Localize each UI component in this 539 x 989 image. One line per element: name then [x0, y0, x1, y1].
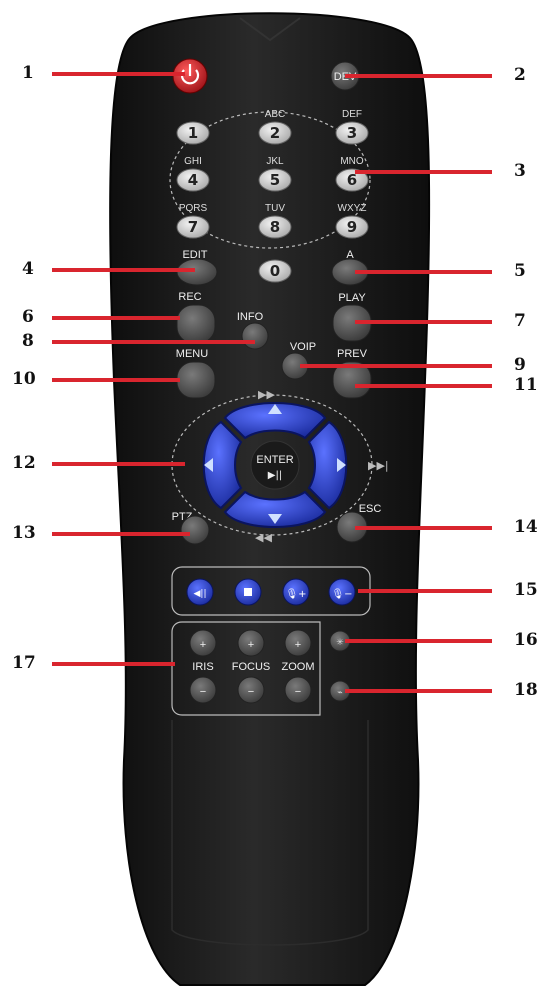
key-letters: PQRS — [179, 203, 208, 214]
key-digit: 3 — [347, 124, 357, 142]
callout-line-4 — [52, 268, 195, 272]
svg-text:PLAY: PLAY — [338, 292, 366, 304]
volume-down-button[interactable]: 🎙− — [328, 578, 356, 606]
callout-line-16 — [345, 639, 492, 643]
callout-number-11: 11 — [514, 375, 538, 395]
iris-plus-button[interactable]: + — [189, 629, 217, 657]
number-key-0[interactable]: 0 — [258, 259, 292, 283]
key-letters: GHI — [184, 156, 202, 167]
callout-line-3 — [355, 170, 492, 174]
fast-forward-icon: ▶▶ — [258, 388, 275, 401]
minus-sign: − — [295, 686, 301, 698]
key-digit: 0 — [270, 262, 280, 280]
callout-number-2: 2 — [514, 65, 526, 85]
slow-play-button[interactable]: ◀|| — [186, 578, 214, 606]
callout-line-10 — [52, 378, 180, 382]
callout-number-18: 18 — [514, 680, 538, 700]
zoom-minus-button[interactable]: − — [284, 676, 312, 704]
callout-number-5: 5 — [514, 261, 526, 281]
key-letters: DEF — [342, 109, 362, 120]
callout-line-6 — [52, 316, 180, 320]
key-letters: WXYZ — [338, 203, 367, 214]
number-key-9[interactable]: WXYZ 9 — [335, 203, 369, 239]
wiper-icon: ⌁ — [337, 688, 342, 698]
callout-line-9 — [300, 364, 492, 368]
callout-number-6: 6 — [22, 307, 34, 327]
key-digit: 9 — [347, 218, 357, 236]
plus-sign: + — [295, 639, 301, 651]
callout-number-12: 12 — [12, 453, 36, 473]
callout-number-1: 1 — [22, 63, 34, 83]
key-letters: MNO — [340, 156, 364, 167]
callout-line-7 — [355, 320, 492, 324]
svg-text:ESC: ESC — [359, 503, 382, 515]
callout-line-11 — [355, 384, 492, 388]
stop-button[interactable] — [234, 578, 262, 606]
callout-number-9: 9 — [514, 355, 526, 375]
callout-number-13: 13 — [12, 523, 36, 543]
callout-line-1 — [52, 72, 185, 76]
zoom-plus-button[interactable]: + — [284, 629, 312, 657]
mic-minus-icon: 🎙− — [331, 588, 352, 600]
key-letters: TUV — [265, 203, 285, 214]
svg-text:MENU: MENU — [176, 348, 208, 360]
callout-line-17 — [52, 662, 175, 666]
remote-control: DEV 1ABC2DEF3GHI4JKL5MNO6PQRS7TUV8WXYZ90… — [109, 12, 431, 986]
focus-label: FOCUS — [232, 661, 271, 673]
minus-sign: − — [248, 686, 254, 698]
callout-number-7: 7 — [514, 311, 526, 331]
light-icon: ✳ — [336, 638, 344, 648]
plus-sign: + — [200, 639, 206, 651]
svg-text:INFO: INFO — [237, 311, 264, 323]
key-letters: JKL — [266, 156, 284, 167]
callout-number-4: 4 — [22, 259, 34, 279]
prev-button[interactable]: PREV — [332, 348, 372, 399]
number-key-7[interactable]: PQRS 7 — [176, 203, 210, 239]
number-key-1[interactable]: 1 — [176, 121, 210, 145]
key-digit: 7 — [188, 218, 198, 236]
iris-label: IRIS — [192, 661, 213, 673]
svg-text:REC: REC — [178, 291, 201, 303]
play-pause-icon: ▶|| — [268, 470, 282, 481]
iris-minus-button[interactable]: − — [189, 676, 217, 704]
zoom-label: ZOOM — [282, 661, 315, 673]
callout-number-17: 17 — [12, 653, 36, 673]
power-button[interactable] — [172, 58, 208, 94]
minus-sign: − — [200, 686, 206, 698]
key-digit: 4 — [188, 171, 198, 189]
callout-number-10: 10 — [12, 369, 36, 389]
callout-line-8 — [52, 340, 255, 344]
callout-line-13 — [52, 532, 190, 536]
play-button[interactable]: PLAY — [332, 292, 372, 342]
volume-up-button[interactable]: 🎙+ — [282, 578, 310, 606]
key-letters: ABC — [265, 109, 286, 120]
callout-number-16: 16 — [514, 630, 538, 650]
callout-line-2 — [345, 74, 492, 78]
callout-number-14: 14 — [514, 517, 538, 537]
stop-icon — [244, 588, 252, 596]
callout-line-12 — [52, 462, 185, 466]
skip-forward-icon: ▶▶| — [368, 459, 389, 472]
enter-button[interactable]: ENTER ▶|| — [250, 440, 300, 490]
callout-number-8: 8 — [22, 331, 34, 351]
rewind-icon: ◀◀ — [255, 531, 272, 544]
mic-plus-icon: 🎙+ — [285, 588, 306, 600]
focus-plus-button[interactable]: + — [237, 629, 265, 657]
focus-minus-button[interactable]: − — [237, 676, 265, 704]
key-digit: 1 — [188, 124, 198, 142]
callout-line-14 — [355, 526, 492, 530]
callout-number-15: 15 — [514, 580, 538, 600]
key-digit: 2 — [270, 124, 280, 142]
plus-sign: + — [248, 639, 254, 651]
callout-line-15 — [358, 589, 492, 593]
svg-text:ENTER: ENTER — [256, 454, 293, 466]
svg-text:PREV: PREV — [337, 348, 368, 360]
callout-line-5 — [355, 270, 492, 274]
key-digit: 8 — [270, 218, 280, 236]
callout-number-3: 3 — [514, 161, 526, 181]
callout-line-18 — [345, 689, 492, 693]
key-digit: 5 — [270, 171, 280, 189]
svg-text:VOIP: VOIP — [290, 341, 316, 353]
slow-play-icon: ◀|| — [194, 589, 207, 599]
